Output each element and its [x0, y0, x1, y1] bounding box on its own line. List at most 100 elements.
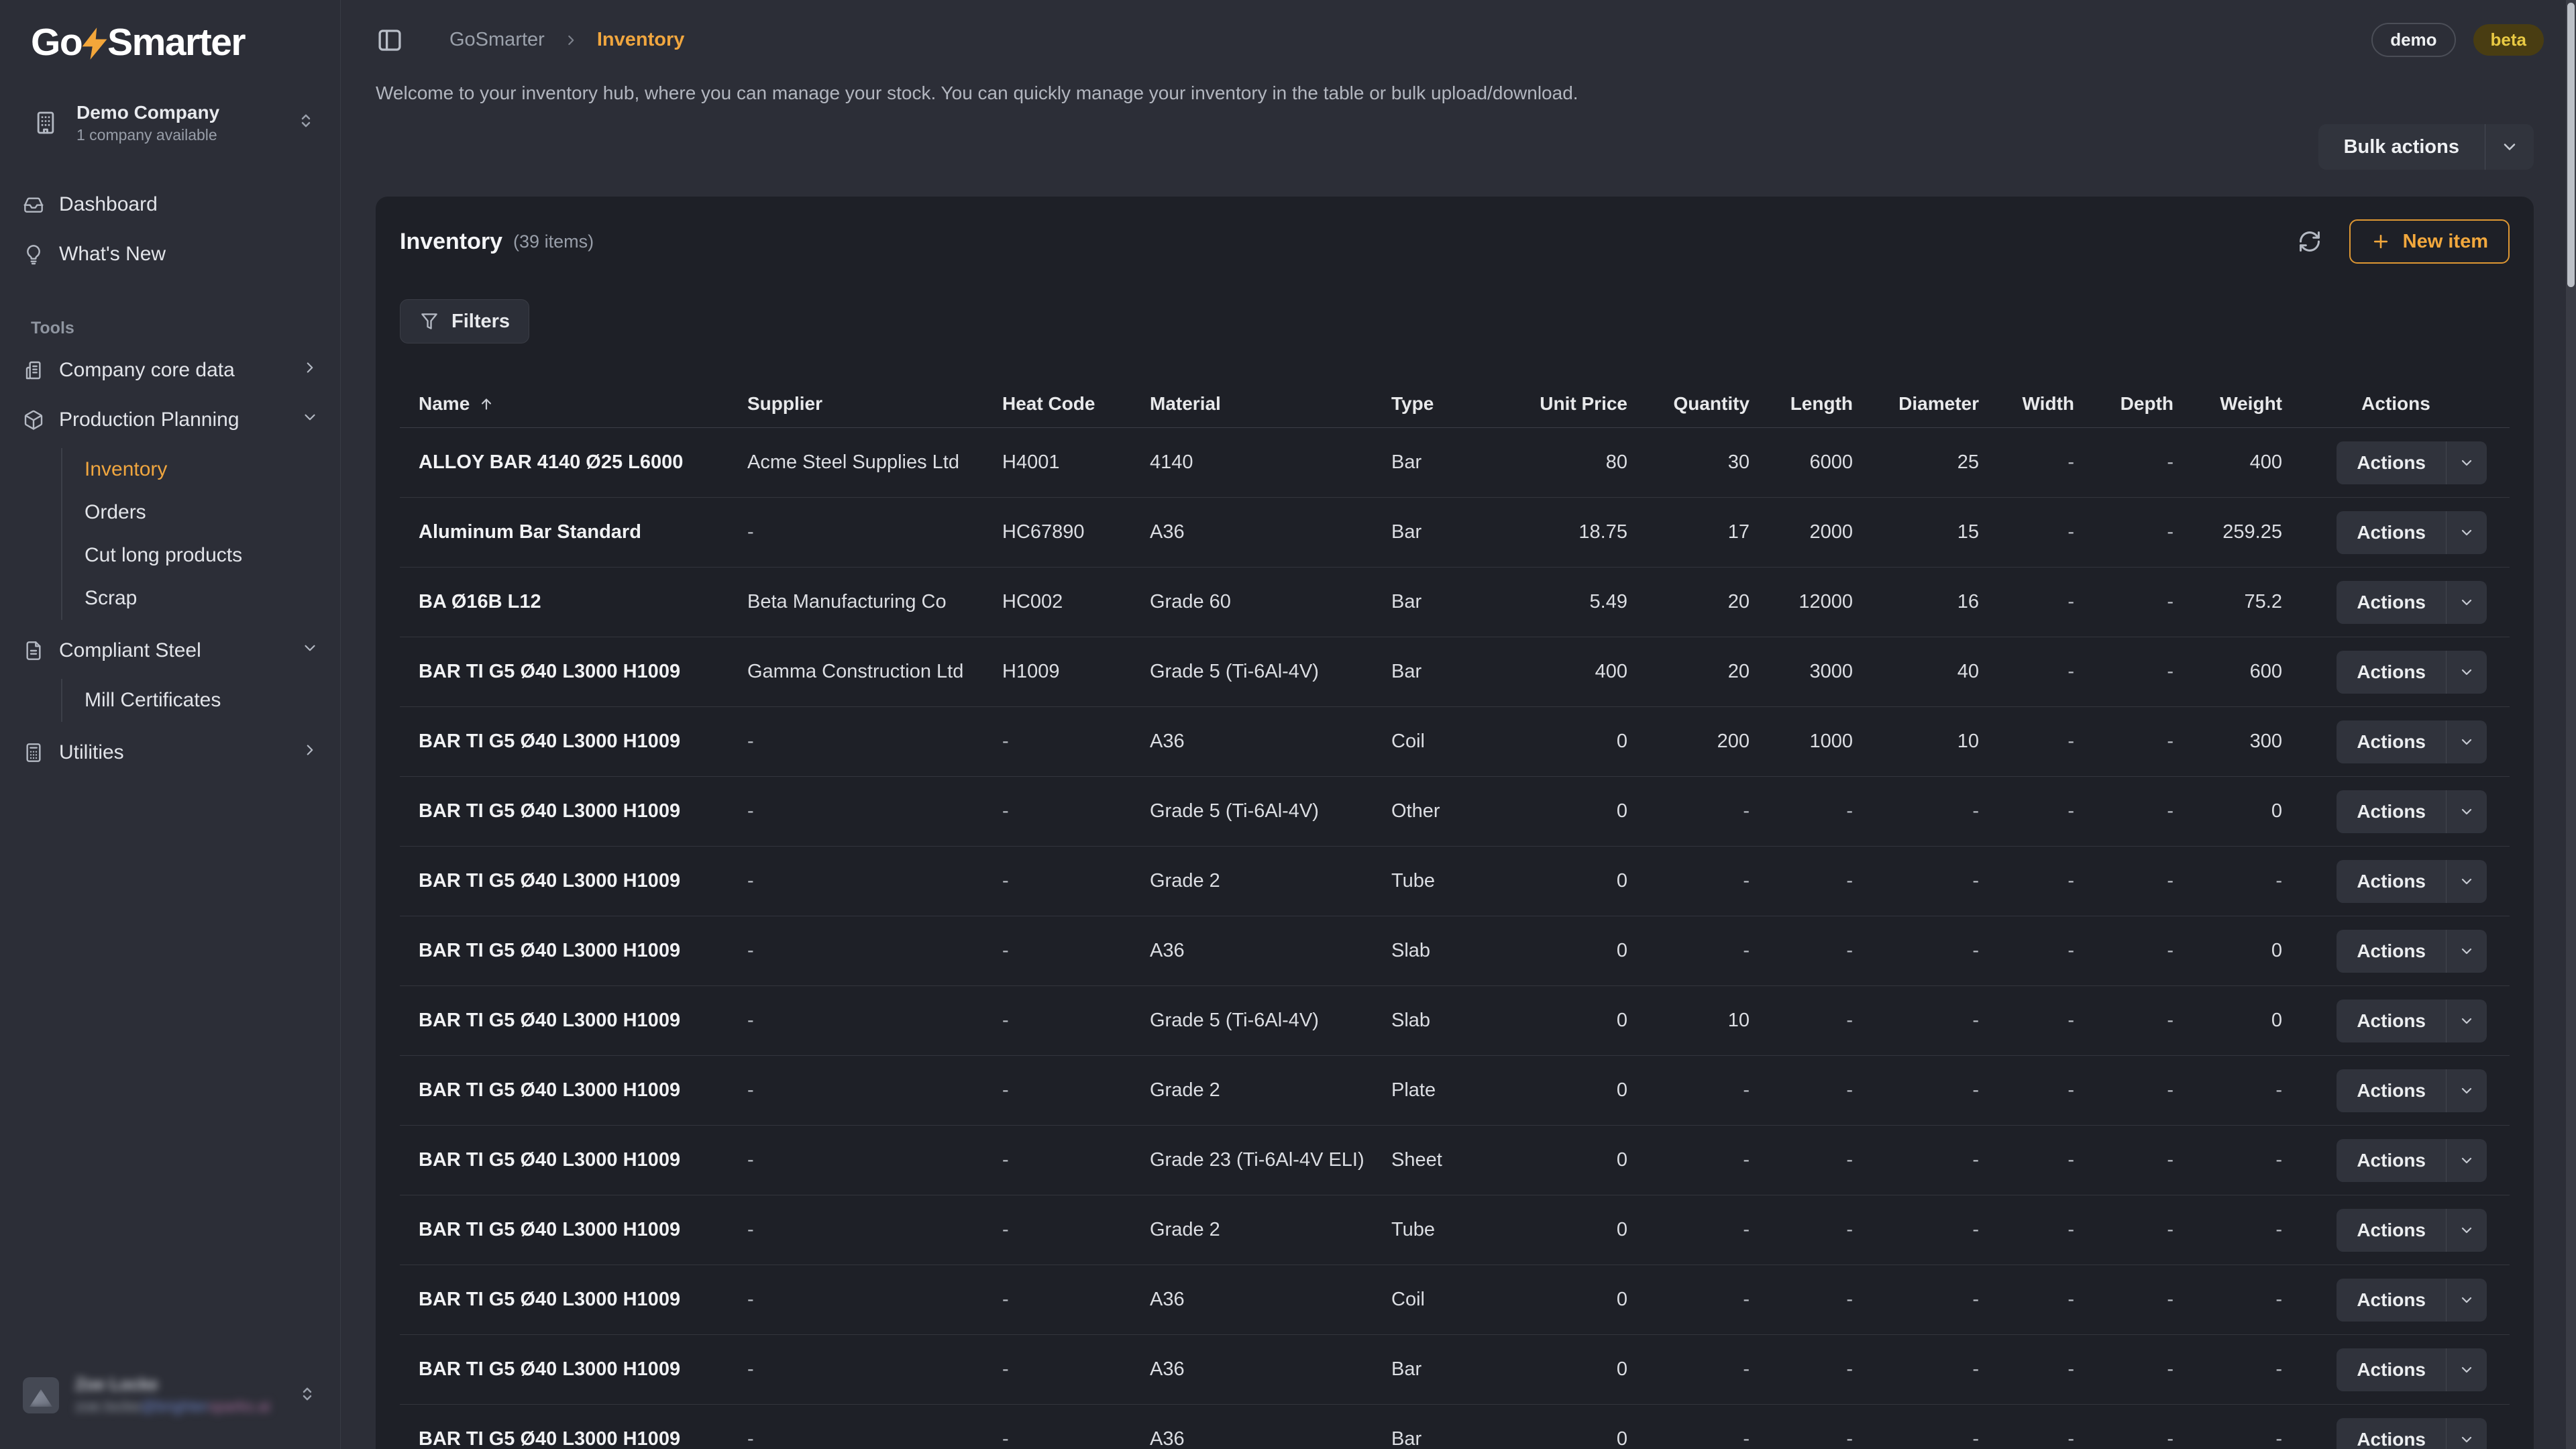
- row-actions-button[interactable]: Actions: [2337, 1000, 2487, 1042]
- actions-caret[interactable]: [2447, 790, 2487, 833]
- actions-label[interactable]: Actions: [2337, 1000, 2446, 1042]
- table-row[interactable]: Aluminum Bar Standard - HC67890 A36 Bar …: [400, 498, 2510, 568]
- actions-caret[interactable]: [2447, 1139, 2487, 1182]
- cell-supplier: -: [729, 731, 983, 753]
- table-row[interactable]: BAR TI G5 Ø40 L3000 H1009 - - A36 Slab 0…: [400, 916, 2510, 986]
- row-actions-button[interactable]: Actions: [2337, 1418, 2487, 1449]
- column-header-weight[interactable]: Weight: [2174, 393, 2282, 415]
- sidebar-item-scrap[interactable]: Scrap: [62, 577, 328, 620]
- sidebar-item-mill-certificates[interactable]: Mill Certificates: [62, 679, 328, 722]
- row-actions-button[interactable]: Actions: [2337, 651, 2487, 694]
- row-actions-button[interactable]: Actions: [2337, 581, 2487, 624]
- actions-label[interactable]: Actions: [2337, 1139, 2446, 1182]
- actions-caret[interactable]: [2447, 1418, 2487, 1449]
- bulk-actions-button[interactable]: Bulk actions: [2318, 124, 2534, 170]
- column-header-depth[interactable]: Depth: [2074, 393, 2174, 415]
- actions-label[interactable]: Actions: [2337, 720, 2446, 763]
- column-header-unit_price[interactable]: Unit Price: [1493, 393, 1627, 415]
- actions-caret[interactable]: [2447, 1209, 2487, 1252]
- table-row[interactable]: BAR TI G5 Ø40 L3000 H1009 - - A36 Coil 0…: [400, 1265, 2510, 1335]
- row-actions-button[interactable]: Actions: [2337, 1069, 2487, 1112]
- actions-label[interactable]: Actions: [2337, 1348, 2446, 1391]
- bulk-actions-caret[interactable]: [2485, 124, 2534, 170]
- table-row[interactable]: BA Ø16B L12 Beta Manufacturing Co HC002 …: [400, 568, 2510, 637]
- sidebar-item-production-planning[interactable]: Production Planning: [12, 397, 328, 443]
- actions-label[interactable]: Actions: [2337, 1069, 2446, 1112]
- column-header-heat_code[interactable]: Heat Code: [983, 393, 1131, 415]
- column-header-actions[interactable]: Actions: [2282, 393, 2510, 415]
- table-row[interactable]: BAR TI G5 Ø40 L3000 H1009 - - Grade 2 Pl…: [400, 1056, 2510, 1126]
- actions-label[interactable]: Actions: [2337, 930, 2446, 973]
- column-header-type[interactable]: Type: [1373, 393, 1493, 415]
- sidebar-item-company-core-data[interactable]: Company core data: [12, 347, 328, 393]
- actions-caret[interactable]: [2447, 1000, 2487, 1042]
- actions-caret[interactable]: [2447, 511, 2487, 554]
- sidebar-item-dashboard[interactable]: Dashboard: [12, 182, 328, 227]
- scrollbar-thumb[interactable]: [2567, 3, 2575, 287]
- table-row[interactable]: BAR TI G5 Ø40 L3000 H1009 - - A36 Coil 0…: [400, 707, 2510, 777]
- user-menu[interactable]: Zoe Locke zoe.locke@brightersparks.ai: [12, 1368, 328, 1422]
- actions-caret[interactable]: [2447, 1069, 2487, 1112]
- table-row[interactable]: BAR TI G5 Ø40 L3000 H1009 - - Grade 23 (…: [400, 1126, 2510, 1195]
- bulk-actions-label[interactable]: Bulk actions: [2318, 124, 2485, 170]
- row-actions-button[interactable]: Actions: [2337, 1209, 2487, 1252]
- sidebar-toggle-button[interactable]: [376, 26, 404, 54]
- sidebar-item-compliant-steel[interactable]: Compliant Steel: [12, 628, 328, 674]
- cell-material: Grade 60: [1131, 591, 1373, 613]
- sidebar-item-utilities[interactable]: Utilities: [12, 730, 328, 775]
- actions-label[interactable]: Actions: [2337, 1209, 2446, 1252]
- cell-width: -: [1979, 661, 2074, 683]
- row-actions-button[interactable]: Actions: [2337, 790, 2487, 833]
- column-header-length[interactable]: Length: [1750, 393, 1853, 415]
- table-row[interactable]: BAR TI G5 Ø40 L3000 H1009 - - A36 Bar 0 …: [400, 1335, 2510, 1405]
- row-actions-button[interactable]: Actions: [2337, 860, 2487, 903]
- column-header-quantity[interactable]: Quantity: [1627, 393, 1750, 415]
- column-header-name[interactable]: Name: [400, 393, 729, 415]
- row-actions-button[interactable]: Actions: [2337, 441, 2487, 484]
- page-scrollbar[interactable]: [2566, 0, 2576, 1449]
- actions-label[interactable]: Actions: [2337, 1279, 2446, 1322]
- column-header-material[interactable]: Material: [1131, 393, 1373, 415]
- breadcrumb-root[interactable]: GoSmarter: [449, 29, 545, 51]
- actions-caret[interactable]: [2447, 930, 2487, 973]
- actions-label[interactable]: Actions: [2337, 1418, 2446, 1449]
- filters-button[interactable]: Filters: [400, 299, 529, 343]
- column-header-diameter[interactable]: Diameter: [1853, 393, 1979, 415]
- table-row[interactable]: BAR TI G5 Ø40 L3000 H1009 - - Grade 2 Tu…: [400, 847, 2510, 916]
- actions-caret[interactable]: [2447, 720, 2487, 763]
- row-actions-button[interactable]: Actions: [2337, 1139, 2487, 1182]
- sidebar-item-whats-new[interactable]: What's New: [12, 231, 328, 277]
- sidebar-item-orders[interactable]: Orders: [62, 491, 328, 534]
- actions-caret[interactable]: [2447, 860, 2487, 903]
- row-actions-button[interactable]: Actions: [2337, 930, 2487, 973]
- actions-label[interactable]: Actions: [2337, 860, 2446, 903]
- new-item-button[interactable]: New item: [2349, 219, 2510, 264]
- sidebar-item-cut-long-products[interactable]: Cut long products: [62, 534, 328, 577]
- actions-caret[interactable]: [2447, 1348, 2487, 1391]
- column-header-width[interactable]: Width: [1979, 393, 2074, 415]
- actions-label[interactable]: Actions: [2337, 651, 2446, 694]
- actions-label[interactable]: Actions: [2337, 581, 2446, 624]
- actions-caret[interactable]: [2447, 1279, 2487, 1322]
- cell-type: Tube: [1373, 870, 1493, 892]
- sidebar-item-inventory[interactable]: Inventory: [62, 448, 328, 491]
- actions-label[interactable]: Actions: [2337, 790, 2446, 833]
- actions-caret[interactable]: [2447, 651, 2487, 694]
- row-actions-button[interactable]: Actions: [2337, 720, 2487, 763]
- table-row[interactable]: ALLOY BAR 4140 Ø25 L6000 Acme Steel Supp…: [400, 428, 2510, 498]
- column-header-supplier[interactable]: Supplier: [729, 393, 983, 415]
- actions-caret[interactable]: [2447, 581, 2487, 624]
- refresh-button[interactable]: [2297, 229, 2322, 254]
- table-row[interactable]: BAR TI G5 Ø40 L3000 H1009 Gamma Construc…: [400, 637, 2510, 707]
- actions-label[interactable]: Actions: [2337, 441, 2446, 484]
- actions-label[interactable]: Actions: [2337, 511, 2446, 554]
- table-row[interactable]: BAR TI G5 Ø40 L3000 H1009 - - Grade 2 Tu…: [400, 1195, 2510, 1265]
- table-row[interactable]: BAR TI G5 Ø40 L3000 H1009 - - A36 Bar 0 …: [400, 1405, 2510, 1449]
- table-row[interactable]: BAR TI G5 Ø40 L3000 H1009 - - Grade 5 (T…: [400, 986, 2510, 1056]
- row-actions-button[interactable]: Actions: [2337, 1348, 2487, 1391]
- table-row[interactable]: BAR TI G5 Ø40 L3000 H1009 - - Grade 5 (T…: [400, 777, 2510, 847]
- row-actions-button[interactable]: Actions: [2337, 1279, 2487, 1322]
- actions-caret[interactable]: [2447, 441, 2487, 484]
- row-actions-button[interactable]: Actions: [2337, 511, 2487, 554]
- company-switcher[interactable]: Demo Company 1 company available: [12, 93, 328, 152]
